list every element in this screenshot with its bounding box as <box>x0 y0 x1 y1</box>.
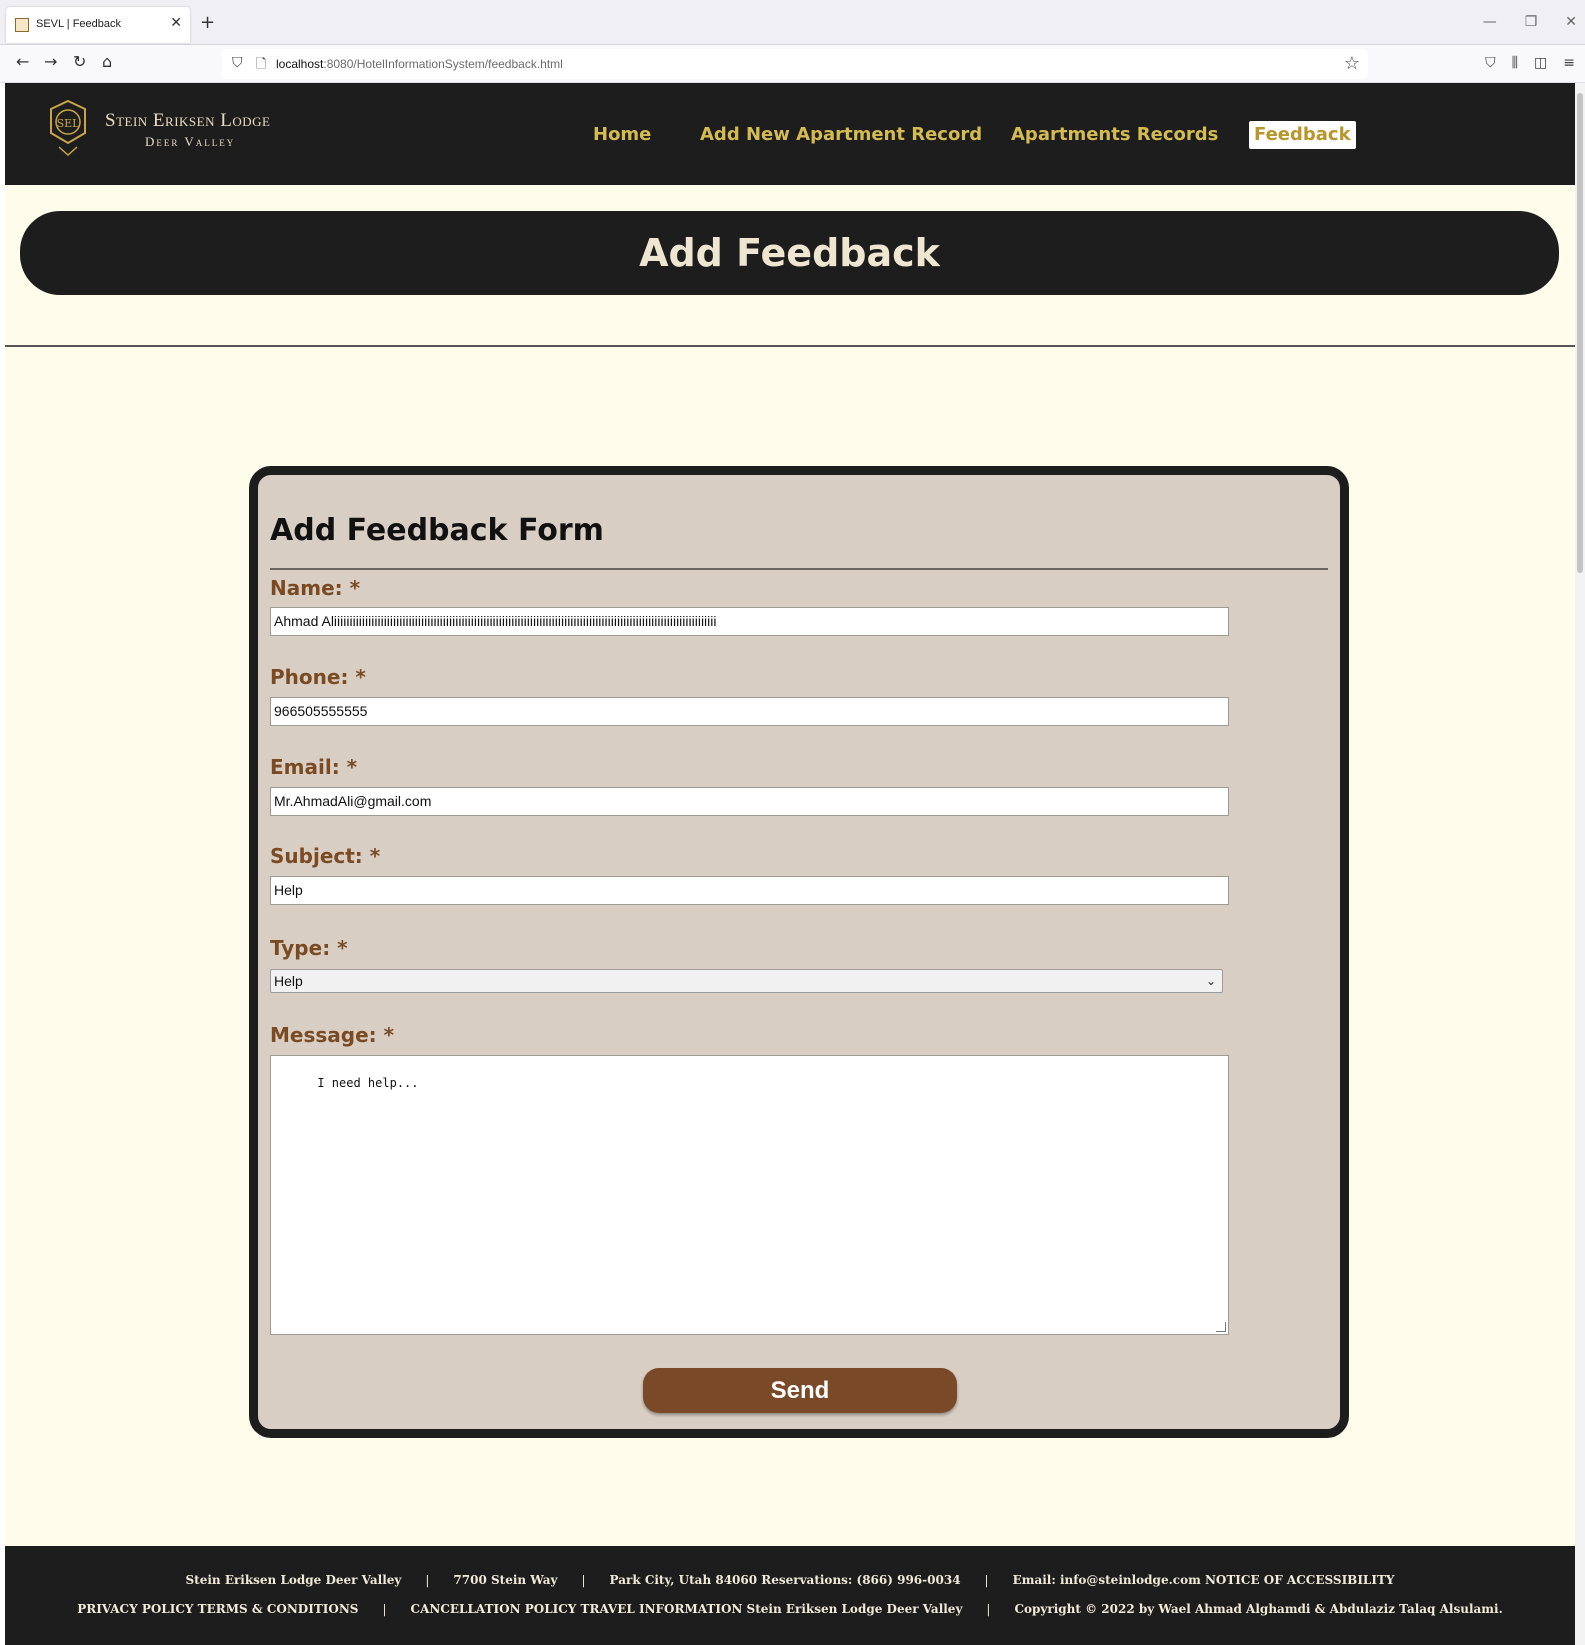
footer-row-2: PRIVACY POLICY TERMS & CONDITIONS | CANCEL… <box>77 1602 1503 1616</box>
reload-icon[interactable]: ↻ <box>73 53 86 71</box>
chevron-down-icon: ⌄ <box>1205 974 1216 988</box>
type-select-value: Help <box>274 973 303 989</box>
section-divider <box>5 345 1575 347</box>
restore-icon[interactable]: ❐ <box>1525 14 1538 30</box>
form-title: Add Feedback Form <box>270 513 604 548</box>
send-button[interactable]: Send <box>643 1368 957 1413</box>
message-textarea[interactable]: I need help... <box>270 1055 1229 1335</box>
hero-banner: Add Feedback <box>20 211 1559 295</box>
favicon-icon <box>15 18 29 32</box>
site-nav: Home Add New Apartment Record Apartments… <box>5 121 1575 151</box>
page-icon: 🗋 <box>256 57 267 72</box>
resize-handle-icon[interactable] <box>1216 1322 1226 1332</box>
name-label: Name: * <box>270 576 361 600</box>
tab-title: SEVL | Feedback <box>36 18 121 30</box>
library-icon[interactable]: ⫼ <box>1512 55 1518 71</box>
type-select[interactable]: Help ⌄ <box>270 969 1223 993</box>
nav-feedback[interactable]: Feedback <box>1249 121 1356 149</box>
email-label: Email: * <box>270 755 358 779</box>
browser-tab[interactable]: SEVL | Feedback ✕ <box>6 7 190 43</box>
footer-privacy-terms[interactable]: PRIVACY POLICY TERMS & CONDITIONS <box>77 1602 358 1616</box>
menu-icon[interactable]: ≡ <box>1563 55 1575 71</box>
forward-icon[interactable]: → <box>44 53 57 71</box>
shield-icon[interactable]: ⛉ <box>232 55 243 71</box>
scrollbar-thumb[interactable] <box>1577 93 1583 573</box>
new-tab-icon[interactable]: + <box>200 14 215 32</box>
footer-email-accessibility[interactable]: Email: info@steinlodge.com NOTICE OF ACC… <box>1013 1573 1395 1587</box>
nav-apartments-records[interactable]: Apartments Records <box>1011 121 1218 149</box>
phone-input[interactable]: 966505555555 <box>270 697 1229 726</box>
email-input[interactable]: Mr.AhmadAli@gmail.com <box>270 787 1229 816</box>
back-icon[interactable]: ← <box>16 53 29 71</box>
message-label: Message: * <box>270 1023 395 1047</box>
sidebar-icon[interactable]: ◫ <box>1534 55 1547 71</box>
page-viewport: SEL Stein Eriksen Lodge Deer Valley Home… <box>5 83 1575 1645</box>
url-text[interactable]: localhost:8080/HotelInformationSystem/fe… <box>276 57 563 71</box>
footer-address: 7700 Stein Way <box>453 1573 558 1587</box>
footer-copyright: Copyright © 2022 by Wael Ahmad Alghamdi … <box>1014 1602 1503 1616</box>
close-tab-icon[interactable]: ✕ <box>170 16 182 30</box>
page-title: Add Feedback <box>639 231 940 275</box>
type-label: Type: * <box>270 936 348 960</box>
minimize-icon[interactable]: — <box>1483 14 1497 30</box>
browser-nav-bar: ← → ↻ ⌂ ⛉ 🗋 localhost:8080/HotelInformat… <box>0 45 1585 83</box>
nav-add-apartment[interactable]: Add New Apartment Record <box>700 121 982 149</box>
form-title-rule <box>270 568 1328 570</box>
message-text: I need help... <box>317 1076 419 1090</box>
toolbar-right: ⛉ ⫼ ◫ ≡ <box>1485 55 1575 71</box>
bookmark-star-icon[interactable]: ☆ <box>1344 53 1360 74</box>
browser-tab-bar: SEVL | Feedback ✕ + — ❐ ✕ <box>0 0 1585 45</box>
name-input[interactable]: Ahmad Aliiiiiiiiiiiiiiiiiiiiiiiiiiiiiiii… <box>270 607 1229 636</box>
footer-city-reservations: Park City, Utah 84060 Reservations: (866… <box>609 1573 961 1587</box>
pocket-icon[interactable]: ⛉ <box>1485 55 1496 71</box>
page-scrollbar[interactable] <box>1575 83 1585 1645</box>
feedback-form: Add Feedback Form Name: * Ahmad Aliiiiii… <box>249 466 1349 1438</box>
site-header: SEL Stein Eriksen Lodge Deer Valley Home… <box>5 83 1575 185</box>
footer-lodge-name: Stein Eriksen Lodge Deer Valley <box>185 1573 402 1587</box>
address-bar[interactable]: ⛉ 🗋 localhost:8080/HotelInformationSyste… <box>222 49 1368 79</box>
phone-label: Phone: * <box>270 665 366 689</box>
footer-cancellation-travel[interactable]: CANCELLATION POLICY TRAVEL INFORMATION S… <box>411 1602 963 1616</box>
footer-row-1: Stein Eriksen Lodge Deer Valley | 7700 Ste… <box>185 1573 1395 1587</box>
subject-input[interactable]: Help <box>270 876 1229 905</box>
home-icon[interactable]: ⌂ <box>102 53 112 71</box>
site-footer: Stein Eriksen Lodge Deer Valley | 7700 Ste… <box>5 1546 1575 1645</box>
nav-home[interactable]: Home <box>593 121 651 149</box>
window-controls: — ❐ ✕ <box>1483 14 1577 30</box>
close-window-icon[interactable]: ✕ <box>1565 14 1577 30</box>
subject-label: Subject: * <box>270 844 381 868</box>
